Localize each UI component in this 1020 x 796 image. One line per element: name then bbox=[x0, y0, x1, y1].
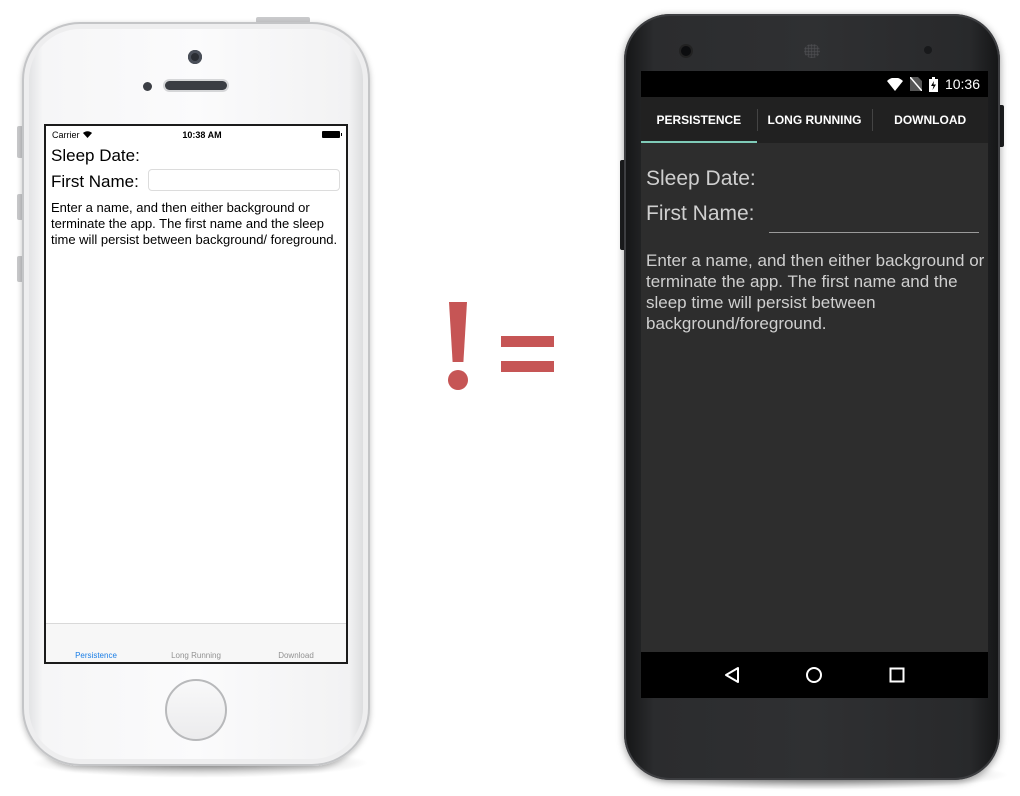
ios-sleep-date-label: Sleep Date: bbox=[51, 146, 140, 165]
equals-top-bar bbox=[501, 336, 554, 347]
back-icon bbox=[725, 667, 740, 683]
recents-button[interactable] bbox=[885, 663, 909, 687]
no-sim-icon bbox=[909, 77, 922, 91]
exclamation-bar bbox=[449, 302, 467, 362]
iphone-front-camera bbox=[188, 50, 202, 64]
ios-first-name-label: First Name: bbox=[51, 172, 139, 191]
iphone-proximity-sensor bbox=[143, 82, 152, 91]
ios-carrier-label: Carrier bbox=[52, 129, 80, 140]
iphone-home-button[interactable] bbox=[165, 679, 227, 741]
ios-tab-persistence[interactable]: Persistence bbox=[46, 624, 146, 662]
ios-tab-bar: Persistence Long Running Download bbox=[46, 623, 346, 662]
exclamation-dot bbox=[448, 370, 468, 390]
comparison-stage: Carrier 10:38 AM Sleep Date: First Name:… bbox=[0, 0, 1020, 796]
android-status-bar: 10:36 bbox=[641, 71, 988, 97]
android-nav-bar bbox=[641, 652, 988, 698]
home-button[interactable] bbox=[802, 663, 826, 687]
android-earpiece bbox=[804, 44, 820, 58]
wifi-icon bbox=[82, 131, 92, 138]
android-tab-long-running[interactable]: LONG RUNNING bbox=[756, 97, 873, 143]
back-button[interactable] bbox=[720, 663, 744, 687]
ios-tab-long-running[interactable]: Long Running bbox=[146, 624, 246, 662]
android-sensor bbox=[924, 46, 932, 54]
android-sleep-date-label: Sleep Date: bbox=[646, 167, 756, 190]
android-tab-bar: PERSISTENCE LONG RUNNING DOWNLOAD bbox=[641, 97, 988, 143]
ios-screen: Carrier 10:38 AM Sleep Date: First Name:… bbox=[44, 124, 348, 664]
battery-icon bbox=[322, 131, 342, 138]
android-front-camera bbox=[681, 46, 691, 56]
android-first-name-input[interactable] bbox=[769, 203, 979, 233]
equals-bottom-bar bbox=[501, 361, 554, 372]
wifi-icon bbox=[886, 77, 903, 91]
recents-icon bbox=[889, 667, 905, 683]
battery-charging-icon bbox=[928, 76, 938, 92]
android-tab-persistence[interactable]: PERSISTENCE bbox=[641, 97, 757, 143]
ios-first-name-input[interactable] bbox=[148, 169, 340, 191]
iphone-earpiece bbox=[165, 81, 227, 90]
android-screen: 10:36 PERSISTENCE LONG RUNNING DOWNLOAD … bbox=[641, 71, 988, 698]
android-instructions-text: Enter a name, and then either background… bbox=[646, 251, 985, 333]
ios-status-bar: Carrier 10:38 AM bbox=[46, 126, 346, 143]
ios-carrier: Carrier bbox=[52, 130, 132, 140]
home-icon bbox=[806, 667, 823, 683]
android-first-name-label: First Name: bbox=[646, 202, 755, 225]
android-clock: 10:36 bbox=[944, 76, 980, 92]
ios-tab-download[interactable]: Download bbox=[246, 624, 346, 662]
ios-instructions-text: Enter a name, and then either background… bbox=[51, 200, 338, 247]
ios-clock: 10:38 AM bbox=[182, 129, 222, 140]
android-tab-download[interactable]: DOWNLOAD bbox=[872, 97, 988, 143]
